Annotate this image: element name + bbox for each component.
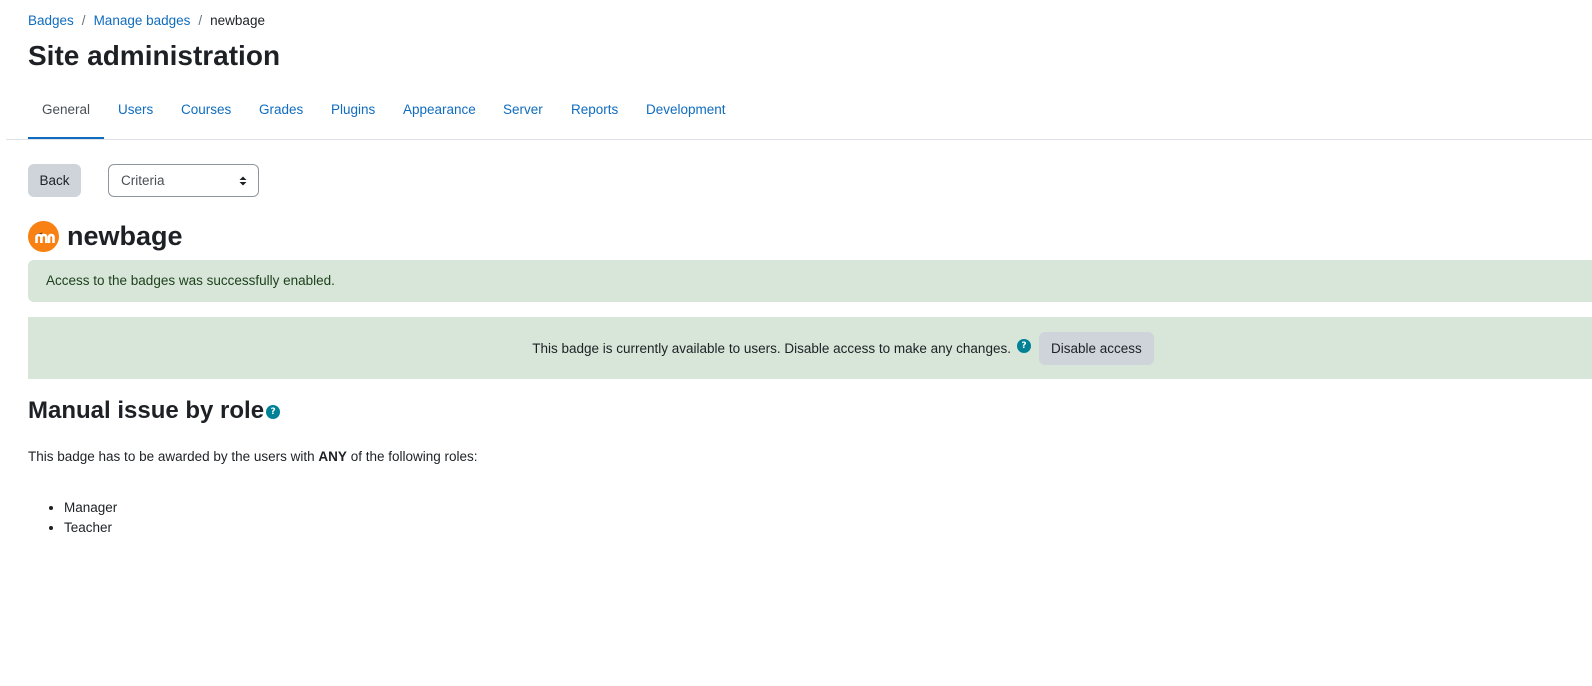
- select-value: Criteria: [121, 173, 165, 188]
- description-prefix: This badge has to be awarded by the user…: [28, 449, 319, 464]
- tab-general[interactable]: General: [28, 90, 105, 139]
- success-alert-message: Access to the badges was successfully en…: [46, 273, 335, 288]
- tab-plugins[interactable]: Plugins: [317, 90, 389, 138]
- badge-status-box: This badge is currently available to use…: [28, 317, 1592, 379]
- criteria-description: This badge has to be awarded by the user…: [28, 449, 478, 464]
- tab-reports[interactable]: Reports: [557, 90, 632, 138]
- description-suffix: of the following roles:: [346, 449, 478, 464]
- criteria-heading: Manual issue by role ?: [28, 397, 281, 425]
- tab-development[interactable]: Development: [632, 90, 740, 138]
- badge-page-select[interactable]: Criteria: [108, 164, 259, 197]
- description-emphasis: ANY: [318, 449, 347, 464]
- success-alert: Access to the badges was successfully en…: [28, 260, 1592, 302]
- select-arrows-icon: [239, 176, 247, 186]
- tab-courses[interactable]: Courses: [167, 90, 245, 138]
- admin-tabs: General Users Courses Grades Plugins App…: [6, 90, 1592, 140]
- breadcrumb-separator: /: [198, 13, 203, 28]
- tab-users[interactable]: Users: [104, 90, 167, 138]
- breadcrumb-link-badges[interactable]: Badges: [28, 13, 74, 28]
- criteria-heading-text: Manual issue by role: [28, 397, 265, 424]
- breadcrumb-link-manage-badges[interactable]: Manage badges: [94, 13, 191, 28]
- disable-access-button[interactable]: Disable access: [1038, 331, 1154, 365]
- breadcrumb-separator: /: [81, 13, 86, 28]
- help-icon[interactable]: ?: [266, 405, 281, 419]
- roles-list: Manager Teacher: [28, 498, 117, 538]
- tab-appearance[interactable]: Appearance: [389, 90, 490, 138]
- breadcrumb-current: newbage: [210, 13, 265, 28]
- help-icon[interactable]: ?: [1016, 339, 1031, 353]
- badge-status-message: This badge is currently available to use…: [532, 340, 1011, 356]
- badge-name: newbage: [67, 221, 183, 251]
- page-title: Site administration: [28, 40, 281, 71]
- moodle-logo-icon: [28, 221, 59, 252]
- tab-server[interactable]: Server: [489, 90, 557, 138]
- list-item: Manager: [64, 498, 117, 518]
- tab-grades[interactable]: Grades: [245, 90, 317, 138]
- back-button[interactable]: Back: [28, 164, 81, 197]
- badge-heading: newbage: [28, 221, 183, 252]
- list-item: Teacher: [64, 518, 117, 538]
- breadcrumb: Badges / Manage badges / newbage: [28, 13, 265, 28]
